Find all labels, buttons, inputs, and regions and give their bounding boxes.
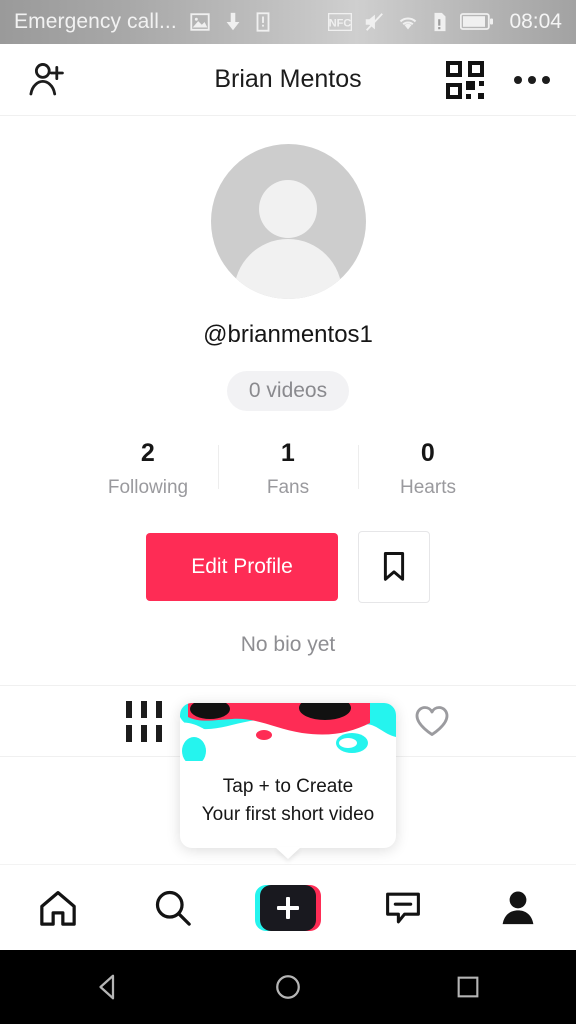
nav-inbox[interactable] <box>357 877 449 939</box>
edit-profile-button[interactable]: Edit Profile <box>146 533 338 601</box>
qr-dot-3 <box>478 92 484 99</box>
qr-dot-2 <box>479 80 484 86</box>
grid-bars-icon <box>126 700 162 742</box>
more-dot-2 <box>528 75 536 84</box>
status-left-icons <box>189 11 271 33</box>
nav-home[interactable] <box>12 877 104 939</box>
bookmark-button[interactable] <box>358 531 430 603</box>
carrier-label: Emergency call... <box>14 10 177 33</box>
add-person-icon <box>29 62 64 95</box>
status-right-icons: NFC 08:04 <box>328 10 562 34</box>
app-root: Emergency call... NFC 08:04 Brian Mentos… <box>0 0 576 1024</box>
profile-header: Brian Mentos <box>0 44 576 116</box>
stat-hearts[interactable]: 0 Hearts <box>358 439 498 499</box>
stat-fans-label: Fans <box>266 477 310 498</box>
create-button[interactable] <box>254 884 321 931</box>
person-filled-icon <box>502 891 534 924</box>
video-count-badge: 0 videos <box>226 371 350 411</box>
download-icon <box>226 12 240 31</box>
android-home-button[interactable] <box>260 959 316 1015</box>
profile-username: @brianmentos1 <box>203 321 373 348</box>
inbox-message-icon <box>386 892 421 923</box>
battery-icon <box>460 13 494 30</box>
avatar-body-shape <box>234 239 342 299</box>
tooltip-line-2: Your first short video <box>201 803 375 825</box>
clock-label: 08:04 <box>509 10 562 33</box>
qr-square-tl <box>446 60 462 77</box>
tiktok-blob-art-icon <box>180 703 396 761</box>
mute-icon <box>366 13 384 31</box>
stat-fans-value: 1 <box>280 439 296 467</box>
profile-section: @brianmentos1 0 videos 2 Following 1 Fan… <box>0 116 576 657</box>
tooltip-arrow <box>275 847 301 860</box>
more-options-button[interactable] <box>514 75 550 84</box>
image-icon <box>190 13 210 31</box>
sd-card-alert-icon <box>434 12 446 32</box>
search-icon <box>155 890 191 926</box>
stat-hearts-label: Hearts <box>400 477 456 498</box>
recents-square-icon <box>457 976 479 998</box>
nav-create[interactable] <box>242 877 334 939</box>
more-dot-1 <box>514 75 522 84</box>
header-actions <box>446 60 550 99</box>
heart-outline-icon <box>415 706 449 736</box>
tooltip-body: Tap + to Create Your first short video <box>180 761 396 848</box>
android-navigation-bar <box>0 950 576 1024</box>
stat-following-label: Following <box>107 477 189 498</box>
profile-bio[interactable]: No bio yet <box>0 633 576 657</box>
qr-dot-4 <box>466 93 471 99</box>
stat-following-value: 2 <box>140 439 156 467</box>
bottom-navigation <box>0 864 576 950</box>
home-icon <box>39 890 76 926</box>
profile-actions: Edit Profile <box>0 531 576 603</box>
nav-profile[interactable] <box>472 877 564 939</box>
avatar[interactable] <box>210 144 366 299</box>
nfc-icon: NFC <box>328 13 353 31</box>
nav-discover[interactable] <box>127 877 219 939</box>
android-back-button[interactable] <box>80 959 136 1015</box>
qr-square-tr <box>468 60 484 77</box>
stat-hearts-value: 0 <box>420 439 436 467</box>
add-person-button[interactable] <box>26 59 68 101</box>
svg-text:NFC: NFC <box>329 18 352 30</box>
plus-icon <box>276 896 299 919</box>
profile-stats: 2 Following 1 Fans 0 Hearts <box>0 439 576 499</box>
stat-fans[interactable]: 1 Fans <box>218 439 358 499</box>
tooltip-artwork <box>180 703 396 761</box>
qr-dot-1 <box>466 80 475 90</box>
tooltip-line-1: Tap + to Create <box>222 776 354 797</box>
qr-square-bl <box>446 82 462 99</box>
create-video-tooltip[interactable]: Tap + to Create Your first short video <box>180 703 396 860</box>
default-avatar-icon <box>259 179 317 238</box>
wifi-icon <box>400 17 417 30</box>
bookmark-icon <box>383 551 405 581</box>
status-bar: Emergency call... NFC 08:04 <box>0 0 576 44</box>
home-circle-icon <box>276 975 300 999</box>
sim-card-icon <box>256 12 270 32</box>
android-recents-button[interactable] <box>440 959 496 1015</box>
more-dot-3 <box>542 75 550 84</box>
stat-following[interactable]: 2 Following <box>78 439 218 499</box>
qr-code-button[interactable] <box>446 60 484 99</box>
back-triangle-icon <box>99 974 115 1000</box>
